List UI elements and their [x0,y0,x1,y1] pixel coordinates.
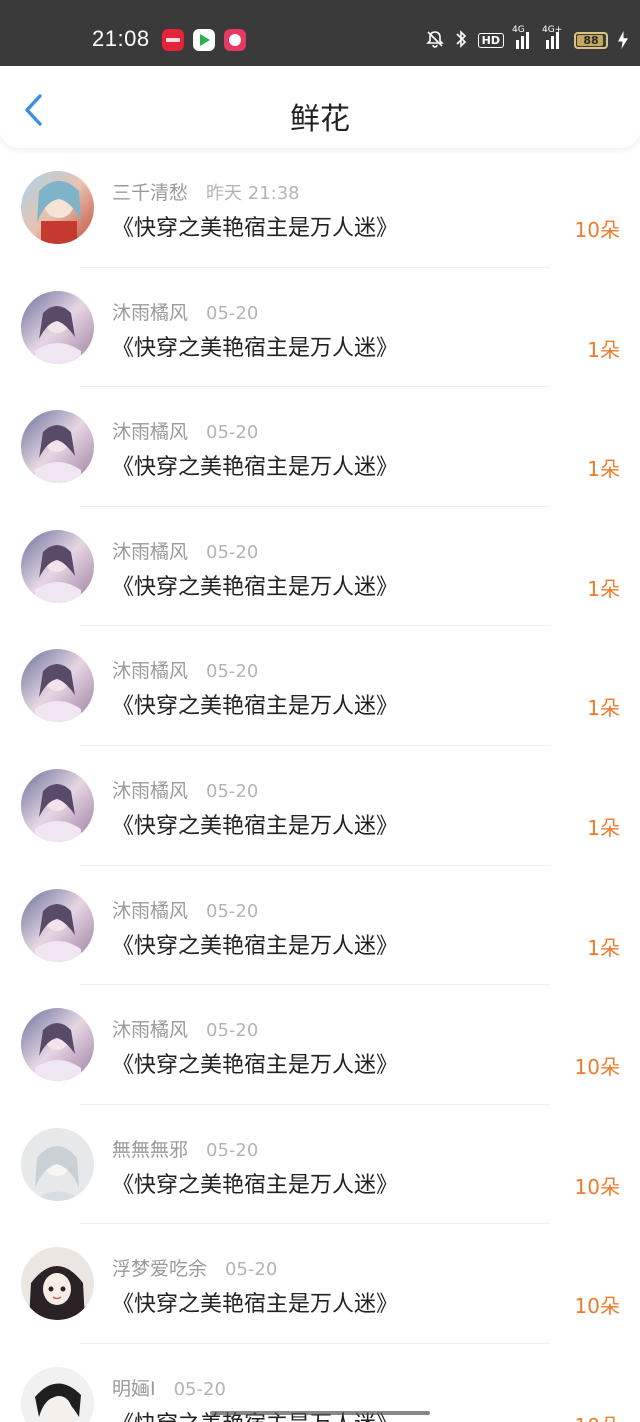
user-name-text: 無無無邪 [112,1138,189,1161]
list-item[interactable]: 沐雨橘风 05-20 《快穿之美艳宿主是万人迷》 10朵 [0,985,640,1105]
list-item[interactable]: 沐雨橘风 05-20 《快穿之美艳宿主是万人迷》 1朵 [0,387,640,507]
mute-bell-icon [425,30,444,51]
app-notification-icon [162,29,184,51]
flower-count: 10朵 [574,1055,620,1080]
user-name-text: 沐雨橘风 [112,779,189,802]
book-title[interactable]: 《快穿之美艳宿主是万人迷》 [112,928,398,960]
user-name: 沐雨橘风 05-20 [112,776,258,803]
bluetooth-icon [454,29,468,52]
book-title[interactable]: 《快穿之美艳宿主是万人迷》 [112,210,398,242]
hd-voice-icon: HD [477,32,504,48]
flower-count: 1朵 [587,457,620,482]
list-item[interactable]: 沐雨橘风 05-20 《快穿之美艳宿主是万人迷》 1朵 [0,626,640,746]
timestamp: 05-20 [206,900,259,922]
book-title[interactable]: 《快穿之美艳宿主是万人迷》 [112,1286,398,1318]
avatar[interactable] [21,1247,94,1321]
status-time: 21:08 [92,26,150,51]
book-title[interactable]: 《快穿之美艳宿主是万人迷》 [112,808,398,840]
flower-count: 10朵 [575,1410,620,1422]
book-title[interactable]: 《快穿之美艳宿主是万人迷》 [112,330,398,362]
avatar[interactable] [21,290,94,364]
book-title[interactable]: 《快穿之美艳宿主是万人迷》 [112,688,398,720]
status-bar: 21:08 HD 4G 4G+ 88 [0,0,640,66]
battery-level: 88 [583,33,599,47]
book-title[interactable]: 《快穿之美艳宿主是万人迷》 [112,1167,398,1199]
music-app-icon [224,29,246,51]
list-item[interactable]: 浮梦爱吃余 05-20 《快穿之美艳宿主是万人迷》 10朵 [0,1224,640,1344]
avatar[interactable] [21,171,94,244]
user-name-text: 沐雨橘风 [112,421,189,444]
flower-count: 1朵 [587,696,620,721]
user-name: 無無無邪 05-20 [112,1135,258,1162]
user-name: 沐雨橘风 05-20 [112,537,258,564]
book-title[interactable]: 《快穿之美艳宿主是万人迷》 [112,569,398,601]
flower-count: 1朵 [587,576,620,601]
timestamp: 05-20 [206,422,259,444]
avatar[interactable] [21,1366,94,1422]
user-name-text: 沐雨橘风 [112,660,189,683]
timestamp: 05-20 [206,1139,259,1161]
user-name: 浮梦爱吃余 05-20 [112,1254,277,1281]
avatar[interactable] [21,529,94,603]
avatar[interactable] [21,768,94,842]
timestamp: 05-20 [225,1259,278,1281]
video-app-icon [193,29,215,51]
user-name: 沐雨橘风 05-20 [112,417,258,444]
flower-count: 10朵 [574,1294,620,1319]
user-name: 沐雨橘风 05-20 [112,656,258,683]
user-name: 明婳I 05-20 [112,1374,226,1401]
flower-count: 1朵 [587,337,620,362]
flower-count: 10朵 [574,218,620,242]
avatar[interactable] [21,410,94,484]
charging-icon [618,31,628,49]
user-name-text: 三千清愁 [112,182,189,204]
list-item[interactable]: 無無無邪 05-20 《快穿之美艳宿主是万人迷》 10朵 [0,1105,640,1225]
user-name: 三千清愁 昨天 21:38 [112,178,300,205]
avatar[interactable] [21,888,94,962]
list-item[interactable]: 三千清愁 昨天 21:38 《快穿之美艳宿主是万人迷》 10朵 [0,148,640,268]
timestamp: 05-20 [173,1378,226,1400]
flower-count: 10朵 [574,1174,620,1199]
user-name: 沐雨橘风 05-20 [112,298,258,325]
list-item[interactable]: 沐雨橘风 05-20 《快穿之美艳宿主是万人迷》 1朵 [0,507,640,627]
list-item[interactable]: 沐雨橘风 05-20 《快穿之美艳宿主是万人迷》 1朵 [0,268,640,388]
user-name-text: 沐雨橘风 [112,301,189,324]
timestamp: 05-20 [206,780,259,802]
user-name-text: 沐雨橘风 [112,1019,189,1042]
list-item[interactable]: 沐雨橘风 05-20 《快穿之美艳宿主是万人迷》 1朵 [0,746,640,866]
user-name-text: 沐雨橘风 [112,540,189,563]
network-type-label-2: 4G+ [542,25,563,35]
book-title[interactable]: 《快穿之美艳宿主是万人迷》 [112,1047,398,1079]
book-title[interactable]: 《快穿之美艳宿主是万人迷》 [112,449,398,481]
flower-count: 1朵 [587,935,620,960]
network-type-label: 4G [512,25,525,35]
signal-icon: 4G [512,25,534,49]
page-title: 鲜花 [290,102,350,137]
avatar[interactable] [21,649,94,723]
battery-icon: 88 [574,31,608,49]
flower-list: 三千清愁 昨天 21:38 《快穿之美艳宿主是万人迷》 10朵 沐雨橘风 05-20… [0,148,640,1422]
flower-count: 1朵 [587,815,620,840]
home-indicator[interactable] [210,1411,430,1415]
user-name-text: 沐雨橘风 [112,899,189,922]
header: 鲜花 [0,66,640,148]
timestamp: 昨天 21:38 [206,183,300,204]
signal-icon-2: 4G+ [542,25,564,49]
timestamp: 05-20 [206,1020,259,1042]
user-name-text: 明婳I [112,1377,156,1400]
avatar[interactable] [21,1127,94,1201]
user-name: 沐雨橘风 05-20 [112,896,258,923]
list-item[interactable]: 沐雨橘风 05-20 《快穿之美艳宿主是万人迷》 1朵 [0,866,640,986]
avatar[interactable] [21,1008,94,1082]
timestamp: 05-20 [206,661,259,683]
timestamp: 05-20 [206,302,259,324]
timestamp: 05-20 [206,541,259,563]
user-name: 沐雨橘风 05-20 [112,1015,258,1042]
user-name-text: 浮梦爱吃余 [112,1258,208,1281]
